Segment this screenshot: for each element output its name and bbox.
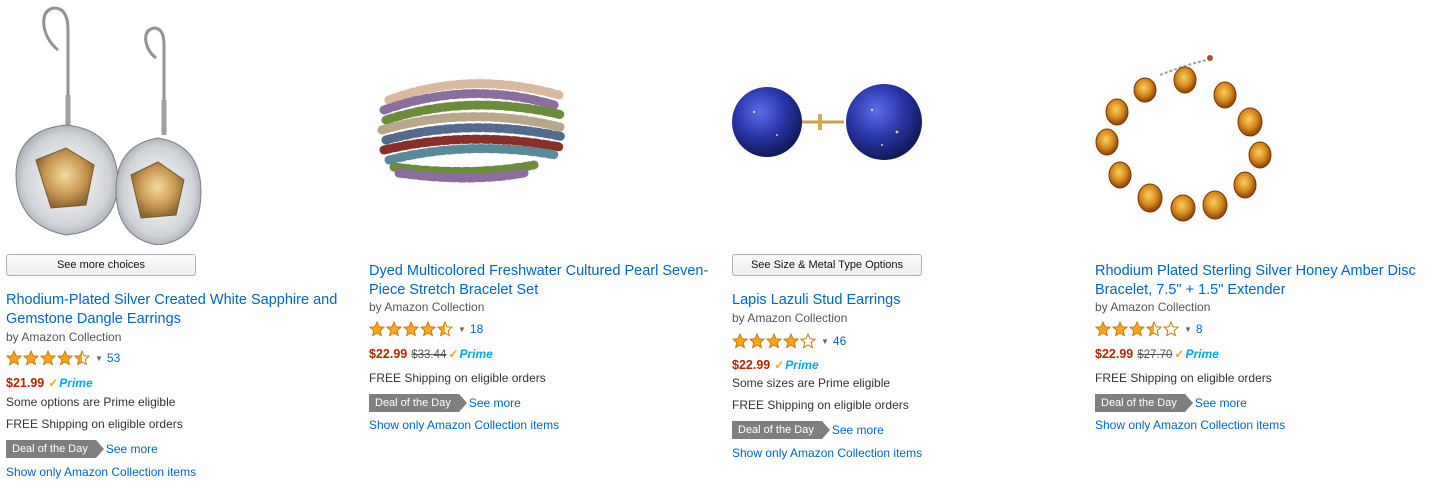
price: $21.99 [6,376,45,390]
chevron-down-icon[interactable]: ▼ [458,325,466,334]
price: $22.99 [369,347,408,361]
see-more-link[interactable]: See more [106,442,158,456]
prime-note: Some options are Prime eligible [6,395,176,409]
list-price: $33.44 [411,349,447,361]
show-only-brand-link[interactable]: Show only Amazon Collection items [6,465,196,479]
chevron-down-icon[interactable]: ▼ [95,354,103,363]
price-row: $21.99 ✓ Prime [6,376,93,390]
prime-check-icon: ✓ [774,358,785,372]
product-card-1: See more choices Rhodium-Plated Silver C… [6,0,351,481]
product-image-dangle-earrings[interactable] [6,0,351,250]
deal-of-the-day-badge: Deal of the Day [1095,394,1193,412]
prime-badge: ✓ Prime [774,358,818,372]
prime-check-icon: ✓ [1174,347,1185,361]
rating-row: ▼ 46 [732,333,846,349]
prime-label: Prime [459,347,493,361]
product-title[interactable]: Rhodium Plated Sterling Silver Honey Amb… [1095,262,1435,300]
shipping-info: FREE Shipping on eligible orders [6,417,183,431]
prime-check-icon: ✓ [448,347,459,361]
star-icon [1095,321,1111,337]
star-icon [1163,321,1179,337]
review-count-link[interactable]: 8 [1196,322,1203,336]
star-icon [783,333,799,349]
star-icon [749,333,765,349]
prime-badge: ✓ Prime [1174,347,1218,361]
product-byline: by Amazon Collection [6,330,122,344]
product-byline: by Amazon Collection [1095,300,1211,314]
rating-row: ▼ 53 [6,350,120,366]
star-icon [800,333,816,349]
price-row: $22.99 $33.44 ✓ Prime [369,347,493,361]
deal-row: Deal of the Day See more [732,421,884,439]
star-icon [732,333,748,349]
deal-of-the-day-badge: Deal of the Day [6,440,104,458]
prime-note: Some sizes are Prime eligible [732,376,891,390]
price: $22.99 [1095,347,1134,361]
star-icon [23,350,39,366]
price: $22.99 [732,358,771,372]
star-icon [1146,321,1162,337]
review-count-link[interactable]: 46 [833,334,846,348]
deal-row: Deal of the Day See more [6,440,158,458]
star-icon [766,333,782,349]
star-icon [40,350,56,366]
star-rating[interactable] [1095,321,1180,337]
prime-label: Prime [1185,347,1219,361]
product-image-lapis-studs[interactable] [732,0,1077,250]
show-only-brand-link[interactable]: Show only Amazon Collection items [732,446,922,460]
price-row: $22.99 ✓ Prime [732,358,819,372]
deal-row: Deal of the Day See more [1095,394,1247,412]
product-title[interactable]: Rhodium-Plated Silver Created White Sapp… [6,291,346,329]
product-byline: by Amazon Collection [369,300,485,314]
see-size-metal-options-button[interactable]: See Size & Metal Type Options [732,254,922,276]
star-icon [369,321,385,337]
prime-badge: ✓ Prime [48,376,92,390]
shipping-info: FREE Shipping on eligible orders [732,398,909,412]
star-icon [403,321,419,337]
star-icon [57,350,73,366]
star-icon [386,321,402,337]
star-rating[interactable] [369,321,454,337]
price-row: $22.99 $27.70 ✓ Prime [1095,347,1219,361]
review-count-link[interactable]: 53 [107,351,120,365]
shipping-info: FREE Shipping on eligible orders [369,371,546,385]
see-more-link[interactable]: See more [832,423,884,437]
prime-label: Prime [785,358,819,372]
product-image-pearl-bracelets[interactable] [369,0,714,250]
chevron-down-icon[interactable]: ▼ [1184,325,1192,334]
show-only-brand-link[interactable]: Show only Amazon Collection items [369,418,559,432]
star-icon [437,321,453,337]
prime-label: Prime [59,376,93,390]
star-icon [6,350,22,366]
list-price: $27.70 [1137,349,1173,361]
star-icon [74,350,90,366]
star-rating[interactable] [732,333,817,349]
product-card-2: Dyed Multicolored Freshwater Cultured Pe… [369,0,714,481]
star-icon [420,321,436,337]
product-card-4: Rhodium Plated Sterling Silver Honey Amb… [1095,0,1440,481]
see-more-link[interactable]: See more [1195,396,1247,410]
rating-row: ▼ 8 [1095,321,1203,337]
prime-badge: ✓ Prime [448,347,492,361]
star-icon [1129,321,1145,337]
product-card-3: See Size & Metal Type Options Lapis Lazu… [732,0,1077,481]
see-more-link[interactable]: See more [469,396,521,410]
product-image-amber-bracelet[interactable] [1095,0,1440,250]
product-title[interactable]: Dyed Multicolored Freshwater Cultured Pe… [369,262,709,300]
deal-of-the-day-badge: Deal of the Day [732,421,830,439]
shipping-info: FREE Shipping on eligible orders [1095,371,1272,385]
product-byline: by Amazon Collection [732,311,848,325]
review-count-link[interactable]: 18 [470,322,483,336]
chevron-down-icon[interactable]: ▼ [821,337,829,346]
prime-check-icon: ✓ [48,376,59,390]
product-title[interactable]: Lapis Lazuli Stud Earrings [732,291,1072,310]
show-only-brand-link[interactable]: Show only Amazon Collection items [1095,418,1285,432]
star-rating[interactable] [6,350,91,366]
rating-row: ▼ 18 [369,321,483,337]
see-more-choices-button[interactable]: See more choices [6,254,196,276]
star-icon [1112,321,1128,337]
deal-row: Deal of the Day See more [369,394,521,412]
deal-of-the-day-badge: Deal of the Day [369,394,467,412]
